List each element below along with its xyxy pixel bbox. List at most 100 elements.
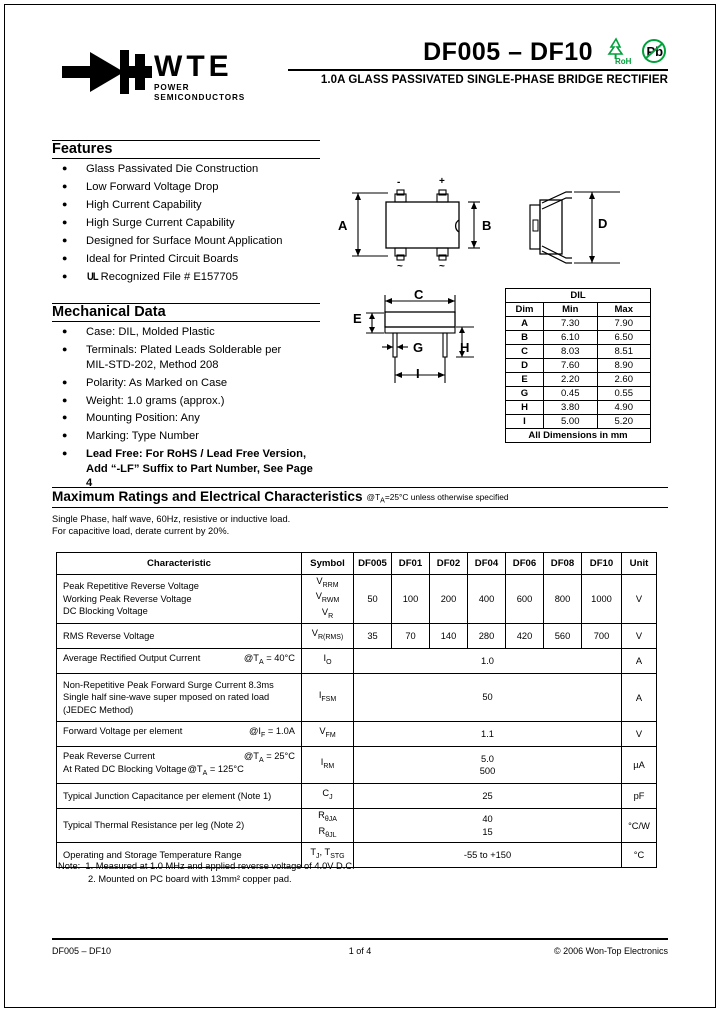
footnotes: Note: 1. Measured at 1.0 MHz and applied… [58,860,355,885]
dim-label-d: D [598,216,608,231]
cell-symbol: VRRM VRWM VR [301,573,354,625]
char-line: DC Blocking Voltage [63,606,148,617]
pin-marker-ac1: ~ [397,261,403,272]
table-row: DIL [505,288,651,303]
dil-footer: All Dimensions in mm [505,428,651,443]
logo-text: WTE POWER SEMICONDUCTORS [154,52,282,103]
note-label: Note: [58,861,81,871]
cell-max: 7.90 [596,316,651,331]
value-line: 5.0 [481,753,494,764]
list-item: Mounting Position: Any [52,410,320,426]
sym-line: RθJL [318,825,337,839]
rohs-tree-icon: RoHS [606,36,637,66]
package-drawing-top-view: A B D - + ~ ~ [330,176,670,283]
sym-line: VR [321,606,334,620]
cell-value: 560 [543,623,582,650]
cell-max: 8.90 [596,358,651,373]
col-min: Min [543,302,598,317]
cell-dim: A [505,316,544,331]
cell-characteristic: Average Rectified Output Current @TA = 4… [56,648,302,675]
cell-dim: B [505,330,544,345]
dim-label-g: G [413,340,424,355]
cell-unit: µA [621,746,657,785]
char-line: Average Rectified Output Current [63,653,201,664]
ul-file-text: Recognized File # E157705 [100,270,239,283]
cell-min: 7.30 [543,316,598,331]
footer-copyright: © 2006 Won-Top Electronics [553,946,668,956]
features-section: Features Glass Passivated Die Constructi… [52,140,320,284]
ratings-title: Maximum Ratings and Electrical Character… [52,489,363,504]
table-row: Peak Repetitive Reverse Voltage Working … [56,573,657,625]
note-1: 1. Measured at 1.0 MHz and applied rever… [85,861,355,871]
page-header: WTE POWER SEMICONDUCTORS DF005 – DF10 Ro… [52,28,668,116]
cell-symbol: IFSM [301,673,354,723]
cell-value-span: 1.1 [353,721,622,748]
cell-characteristic: Forward Voltage per element @IF = 1.0A [56,721,302,748]
dim-label-i: I [416,366,420,381]
sym-line: VRRM [316,576,339,589]
col-dim: Dim [505,302,544,317]
table-header-row: Characteristic Symbol DF005 DF01 DF02 DF… [56,552,657,575]
col-df10: DF10 [581,552,622,575]
cell-characteristic: Typical Thermal Resistance per leg (Note… [56,808,302,844]
cell-symbol: IO [301,648,354,675]
cell-characteristic: RMS Reverse Voltage [56,623,302,650]
table-row: Peak Reverse Current @TA = 25°C At Rated … [56,746,657,785]
page-title: DF005 – DF10 [423,38,594,66]
cell-value-span: 25 [353,783,622,810]
cell-value: 800 [543,573,582,625]
dil-dimensions-table: DIL Dim Min Max A 7.30 7.90 B 6.10 6.50 C 8.0… [505,288,651,443]
table-row: H 3.80 4.90 [505,400,651,415]
table-header-row: Dim Min Max [505,302,651,317]
table-row: Average Rectified Output Current @TA = 4… [56,648,657,675]
lead-free-icon: Pb [640,37,668,65]
cell-min: 6.10 [543,330,598,345]
cell-value-span: -55 to +150 [353,842,622,869]
ratings-note-line2: For capacitive load, derate current by 2… [52,526,230,537]
cell-dim: H [505,400,544,415]
cell-value-span: 50 [353,673,622,723]
mechanical-section: Mechanical Data Case: DIL, Molded Plasti… [52,303,320,491]
dim-label-c: C [414,287,424,302]
list-item: Lead Free: For RoHS / Lead Free Version, [52,446,320,462]
cell-max: 8.51 [596,344,651,359]
title-block: DF005 – DF10 RoHS Pb [288,36,668,86]
cell-value: 140 [429,623,468,650]
cell-value: 420 [505,623,544,650]
char-condition: @IF = 1.0A [248,726,295,740]
sym-line: VRWM [315,591,340,605]
eco-icons: RoHS Pb [606,36,668,66]
cell-min: 5.00 [543,414,598,429]
sym-line: RθJA [318,810,337,824]
cell-value: 35 [353,623,392,650]
char-condition: @TA = 125°C [187,763,244,777]
table-row: Non-Repetitive Peak Forward Surge Curren… [56,673,657,723]
list-item: Designed for Surface Mount Application [52,233,320,249]
table-row: I 5.00 5.20 [505,414,651,429]
cell-symbol: RθJA RθJL [301,808,354,844]
char-condition: @TA = 25°C [243,751,295,764]
cell-symbol: VR(RMS) [301,623,354,650]
cell-min: 2.20 [543,372,598,387]
cell-unit: °C/W [621,808,657,844]
list-item: Low Forward Voltage Drop [52,179,320,195]
cell-dim: C [505,344,544,359]
page-subtitle: 1.0A GLASS PASSIVATED SINGLE-PHASE BRIDG… [320,74,668,86]
cell-characteristic: Typical Junction Capacitance per element… [56,783,302,810]
table-row: Forward Voltage per element @IF = 1.0A V… [56,721,657,748]
cell-value: 100 [391,573,430,625]
cell-unit: V [621,721,657,748]
cell-min: 7.60 [543,358,598,373]
diode-symbol-icon [62,50,152,94]
list-item: Glass Passivated Die Construction [52,161,320,177]
ratings-notes: Single Phase, half wave, 60Hz, resistive… [52,513,668,538]
cell-unit: pF [621,783,657,810]
cell-characteristic: Non-Repetitive Peak Forward Surge Curren… [56,673,302,723]
cell-dim: I [505,414,544,429]
cell-characteristic: Peak Repetitive Reverse Voltage Working … [56,573,302,625]
table-row: D 7.60 8.90 [505,358,651,373]
col-df01: DF01 [391,552,430,575]
list-item: Terminals: Plated Leads Solderable per [52,342,320,358]
list-item: ULRecognized File # E157705 [52,269,320,285]
cell-dim: D [505,358,544,373]
